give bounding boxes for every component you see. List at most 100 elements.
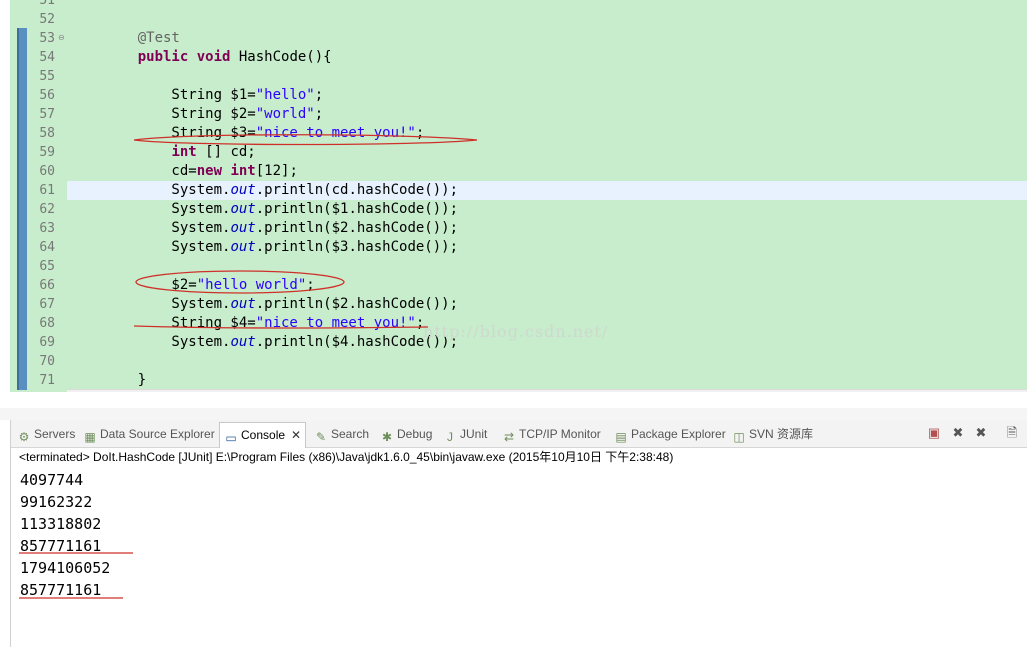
code-line[interactable]: 60 cd=new int[12]; (10, 162, 1027, 181)
code-text: String $3="nice to meet you!"; (104, 124, 424, 143)
tab-label: Package Explorer (631, 427, 726, 441)
line-number: 51 (39, 0, 55, 8)
code-token: [] cd; (196, 144, 256, 160)
code-token: .println($2.hashCode()); (255, 296, 459, 312)
code-token: .println($1.hashCode()); (255, 201, 459, 217)
console-output[interactable]: 4097744 99162322 113318802 857771161 1794106… (20, 469, 110, 601)
tab-data-source-explorer[interactable]: ▦ Data Source Explorer (83, 424, 214, 444)
line-number: 71 (39, 373, 55, 388)
tab-tcpip-monitor[interactable]: ⇄ TCP/IP Monitor (502, 424, 601, 444)
code-token: String $1= (104, 87, 256, 103)
line-number: 60 (39, 164, 55, 179)
code-token: String $3= (104, 125, 256, 141)
remove-all-terminated-icon[interactable]: ✖ (973, 425, 989, 441)
code-token: System. (104, 239, 231, 255)
line-number: 64 (39, 240, 55, 255)
code-token: System. (104, 182, 231, 198)
code-line[interactable]: 54 public void HashCode(){ (10, 48, 1027, 67)
line-number: 54 (39, 50, 55, 65)
launch-status: <terminated> DoIt.HashCode [JUnit] E:\Pr… (19, 450, 674, 464)
line-number: 67 (39, 297, 55, 312)
code-token: "hello world" (196, 277, 307, 293)
tab-label: JUnit (460, 427, 488, 441)
code-line[interactable]: 63 System.out.println($2.hashCode()); (10, 219, 1027, 238)
tab-label: TCP/IP Monitor (519, 427, 601, 441)
line-number: 62 (39, 202, 55, 217)
close-tab-icon[interactable]: ✕ (291, 428, 301, 442)
code-text: $2="hello world"; (104, 276, 314, 295)
code-text: String $4="nice to meet you!"; (104, 314, 424, 333)
code-token: out (230, 334, 256, 350)
code-line[interactable]: 67 System.out.println($2.hashCode()); (10, 295, 1027, 314)
tab-label: Servers (34, 427, 76, 441)
tab-search[interactable]: ✎ Search (314, 424, 369, 444)
tab-junit[interactable]: J JUnit (443, 424, 487, 444)
code-line[interactable]: 59 int [] cd; (10, 143, 1027, 162)
code-line[interactable]: 70 (10, 352, 1027, 371)
code-line[interactable]: 62 System.out.println($1.hashCode()); (10, 200, 1027, 219)
tab-label: Console (241, 428, 286, 442)
line-number: 57 (39, 107, 55, 122)
view-sash[interactable] (0, 408, 1027, 420)
tab-package-explorer[interactable]: ▤ Package Explorer (614, 424, 726, 444)
code-token: out (230, 220, 256, 236)
code-text: public void HashCode(){ (104, 48, 332, 67)
code-token: int (171, 144, 197, 160)
code-text: System.out.println(cd.hashCode()); (104, 181, 458, 200)
code-line[interactable]: 66 $2="hello world"; (10, 276, 1027, 295)
terminate-icon[interactable]: ▣ (926, 425, 942, 441)
tab-label: SVN 资源库 (749, 427, 814, 441)
code-token: int (230, 163, 256, 179)
code-token: .println(cd.hashCode()); (255, 182, 459, 198)
code-line[interactable]: 55 (10, 67, 1027, 86)
code-line[interactable]: 64 System.out.println($3.hashCode()); (10, 238, 1027, 257)
code-line[interactable]: 65 (10, 257, 1027, 276)
tcpip-monitor-icon: ⇄ (503, 430, 515, 444)
watermark: http://blog.csdn.net/ (423, 322, 609, 341)
code-token: HashCode(){ (230, 49, 332, 65)
tab-servers[interactable]: ⚙ Servers (17, 424, 76, 444)
code-text: @Test (104, 29, 180, 48)
tab-label: Debug (397, 427, 433, 441)
code-token: .println($2.hashCode()); (255, 220, 459, 236)
code-token: cd= (104, 163, 197, 179)
data-source-explorer-icon: ▦ (84, 430, 96, 444)
code-token: public (137, 49, 189, 65)
fold-collapse-icon[interactable]: ⊖ (58, 34, 65, 42)
code-line[interactable]: 56 String $1="hello"; (10, 86, 1027, 105)
code-line[interactable]: 57 String $2="world"; (10, 105, 1027, 124)
code-text: cd=new int[12]; (104, 162, 297, 181)
line-number: 52 (39, 12, 55, 27)
code-line[interactable]: 71 } (10, 371, 1027, 390)
code-line[interactable]: 58 String $3="nice to meet you!"; (10, 124, 1027, 143)
output-line: 4097744 (20, 471, 84, 489)
code-line[interactable]: 53 ⊖ @Test (10, 29, 1027, 48)
code-line[interactable]: 51 (10, 0, 1027, 10)
line-number: 68 (39, 316, 55, 331)
clear-console-icon[interactable]: 🗎 (1004, 425, 1020, 441)
code-text: System.out.println($2.hashCode()); (104, 219, 458, 238)
code-token: String $2= (104, 106, 256, 122)
output-line: 857771161 (20, 537, 102, 555)
code-line[interactable]: 52 (10, 10, 1027, 29)
line-number: 56 (39, 88, 55, 103)
tab-debug[interactable]: ✱ Debug (380, 424, 432, 444)
code-token: } (104, 372, 147, 388)
code-token: @Test (137, 30, 180, 46)
tab-label: Search (331, 427, 370, 441)
tab-svn-repository[interactable]: ◫ SVN 资源库 (732, 424, 813, 444)
code-token: System. (104, 220, 231, 236)
remove-launch-icon[interactable]: ✖ (950, 425, 966, 441)
code-token: "hello" (255, 87, 315, 103)
code-token: out (230, 201, 256, 217)
search-icon: ✎ (315, 430, 327, 444)
code-token: out (230, 182, 256, 198)
svn-repository-icon: ◫ (733, 430, 745, 444)
code-line[interactable]: 61 System.out.println(cd.hashCode()); (10, 181, 1027, 200)
tab-console[interactable]: ▭ Console ✕ (219, 422, 307, 448)
horizontal-scrollbar[interactable]: ◀ (67, 389, 1027, 392)
